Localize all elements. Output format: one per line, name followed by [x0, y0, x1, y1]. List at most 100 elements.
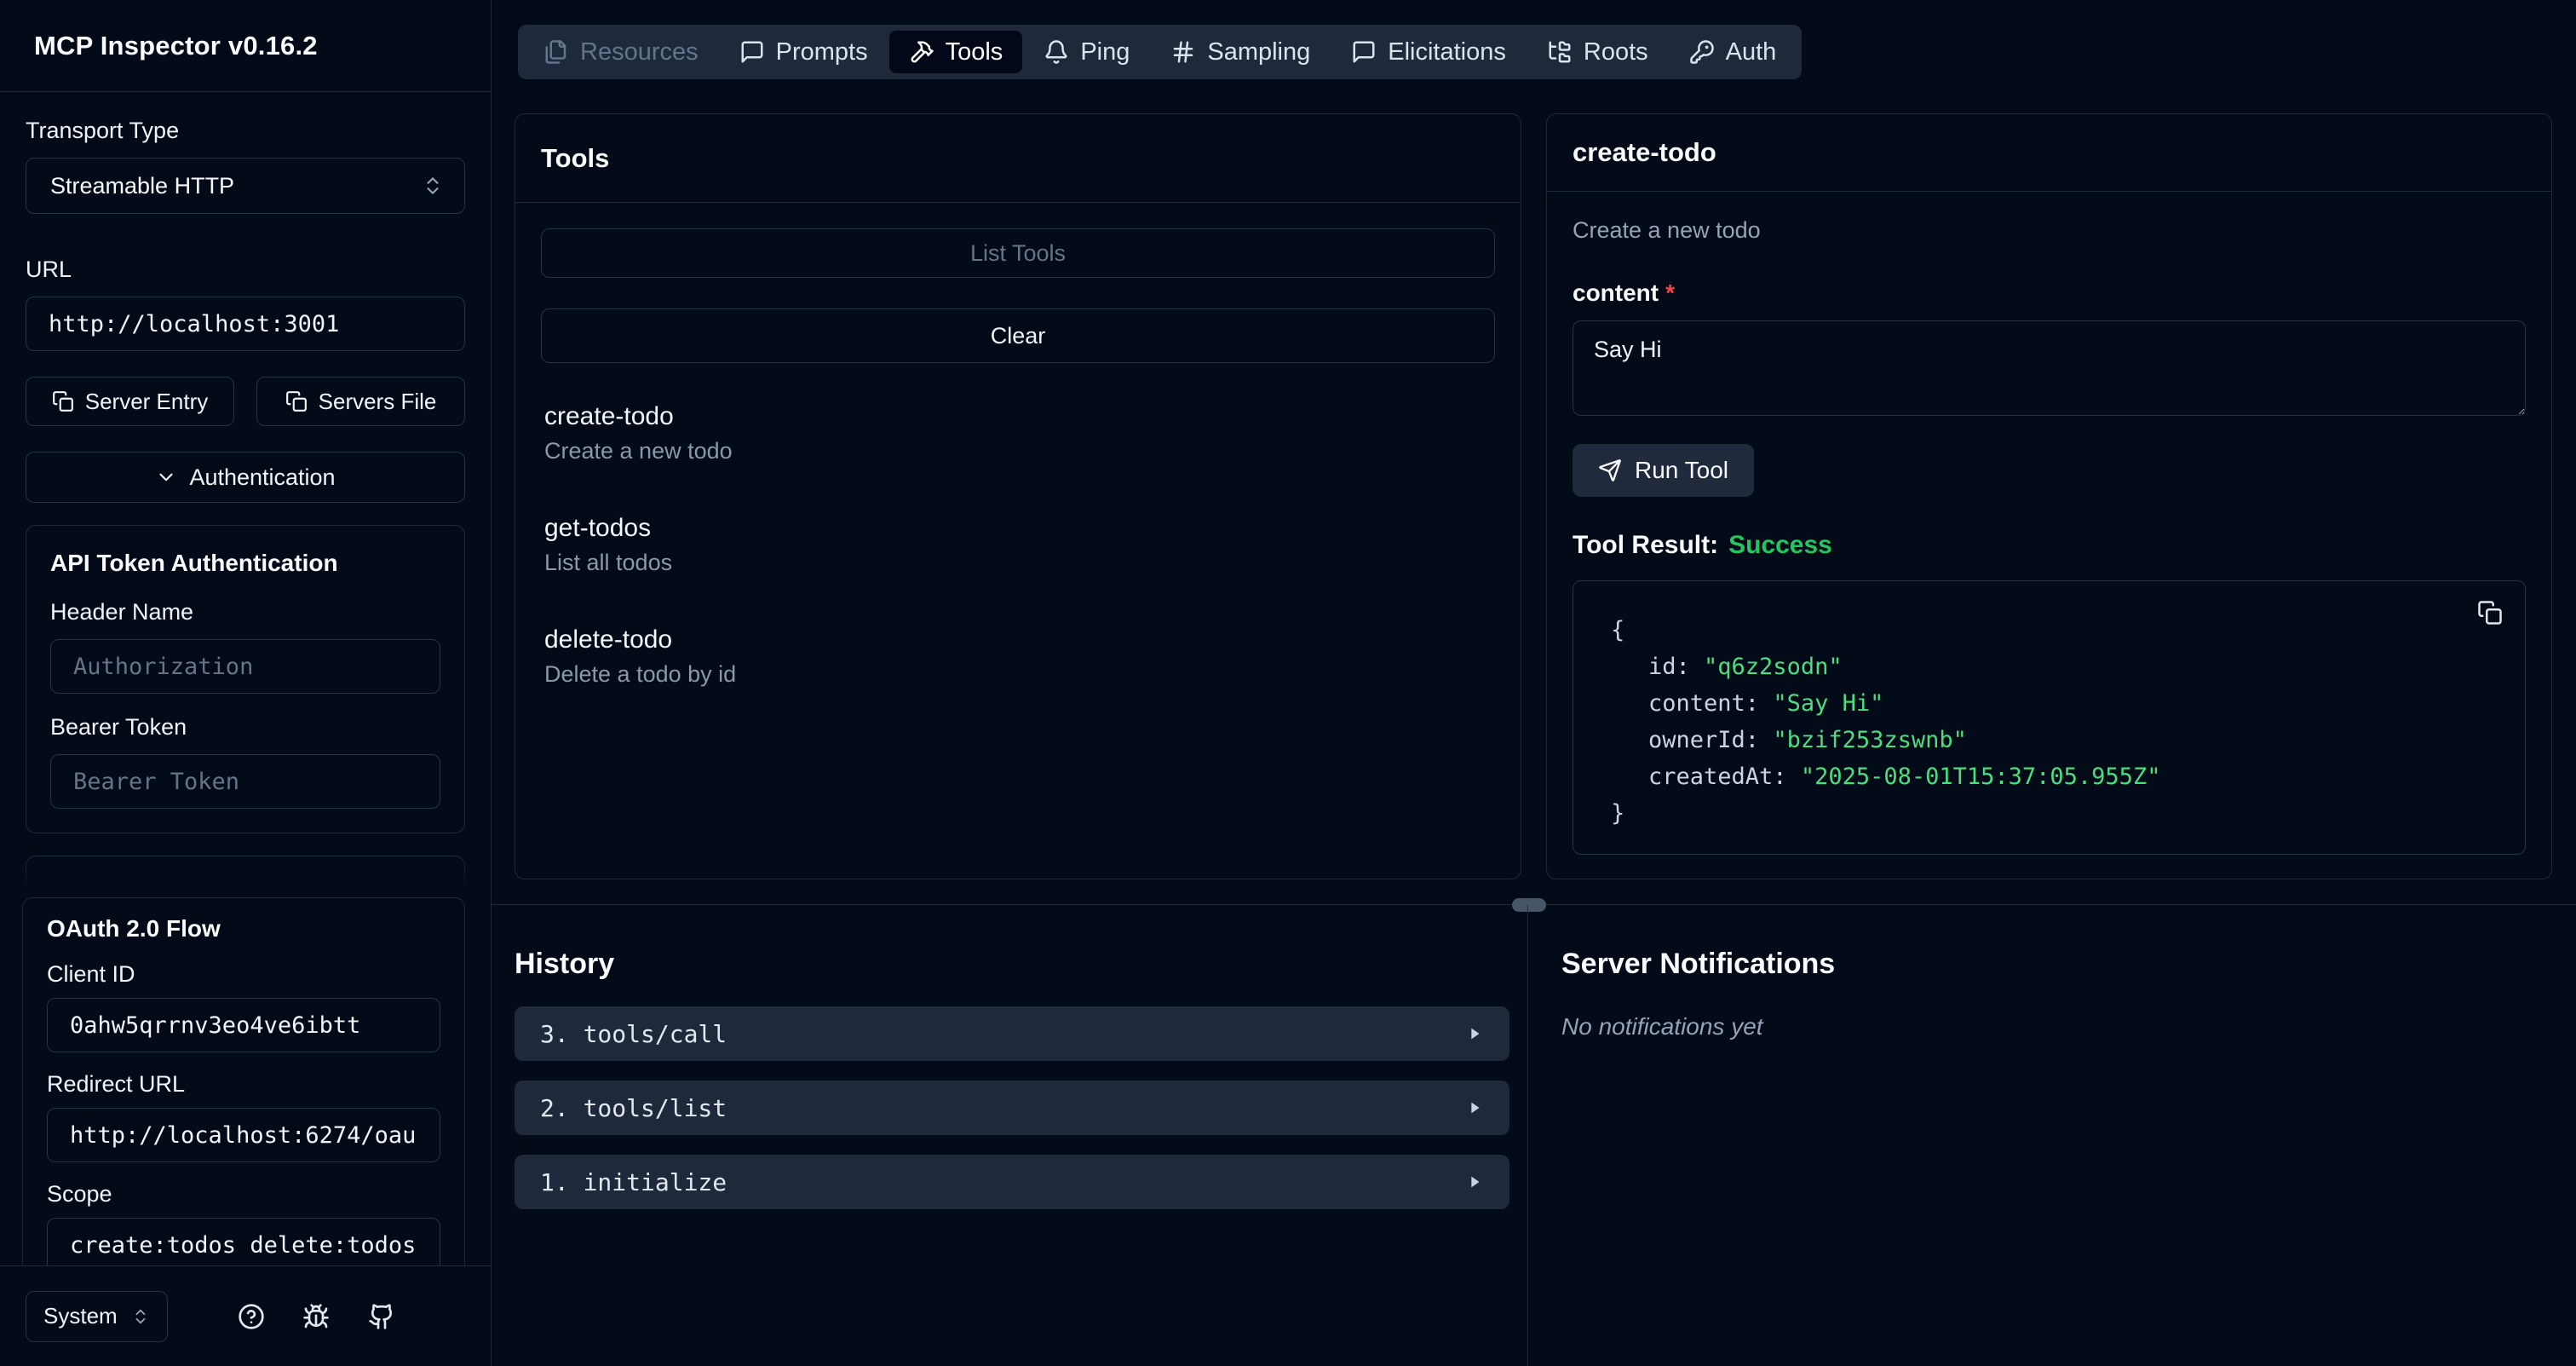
bearer-token-input[interactable]	[73, 769, 417, 795]
url-input[interactable]	[49, 311, 442, 337]
json-open-brace: {	[1611, 612, 2487, 648]
history-row-label: 1. initialize	[540, 1168, 727, 1196]
history-row-tools-call[interactable]: 3. tools/call	[515, 1006, 1509, 1061]
tool-list-item-create-todo[interactable]: create-todo Create a new todo	[544, 402, 1492, 464]
tab-elicitations[interactable]: Elicitations	[1331, 31, 1526, 73]
hammer-icon	[909, 39, 934, 65]
run-tool-label: Run Tool	[1635, 457, 1728, 484]
history-row-label: 2. tools/list	[540, 1094, 727, 1122]
tool-list: create-todo Create a new todo get-todos …	[541, 402, 1495, 688]
tab-label: Sampling	[1207, 38, 1310, 66]
notifications-empty-text: No notifications yet	[1561, 1013, 2576, 1040]
tool-description: Delete a todo by id	[544, 661, 1492, 688]
list-tools-button[interactable]: List Tools	[541, 228, 1495, 278]
bug-report-button[interactable]	[302, 1303, 330, 1330]
message-square-icon	[1351, 39, 1377, 65]
redirect-url-label: Redirect URL	[47, 1071, 440, 1098]
oauth-heading: OAuth 2.0 Flow	[47, 915, 440, 942]
url-input-wrap	[26, 297, 465, 351]
tab-label: Elicitations	[1388, 38, 1506, 66]
copy-icon	[52, 390, 74, 412]
tab-label: Resources	[580, 38, 699, 66]
tools-panel-body: List Tools Clear create-todo Create a ne…	[515, 203, 1521, 763]
history-pane: History 3. tools/call 2. tools/list 1. i…	[492, 905, 1528, 1366]
expand-arrow-icon	[1465, 1024, 1484, 1043]
redirect-url-input-wrap	[47, 1108, 440, 1162]
server-notifications-pane: Server Notifications No notifications ye…	[1528, 905, 2576, 1366]
run-tool-button[interactable]: Run Tool	[1573, 444, 1754, 497]
json-key: ownerId:	[1648, 727, 1773, 753]
history-row-initialize[interactable]: 1. initialize	[515, 1155, 1509, 1209]
client-id-input[interactable]	[70, 1012, 417, 1039]
tool-name: create-todo	[544, 402, 1492, 431]
transport-type-select[interactable]: Streamable HTTP	[26, 158, 465, 214]
json-value: "q6z2sodn"	[1704, 654, 1843, 680]
chevron-down-icon	[155, 466, 177, 488]
expand-arrow-icon	[1465, 1098, 1484, 1117]
json-line: content: "Say Hi"	[1611, 685, 2487, 722]
files-icon	[543, 39, 569, 65]
bell-icon	[1044, 39, 1069, 65]
client-id-input-wrap	[47, 998, 440, 1052]
tool-name: get-todos	[544, 514, 1492, 543]
tab-roots[interactable]: Roots	[1527, 31, 1668, 73]
tool-result-row: Tool Result:Success	[1573, 531, 2526, 560]
chevrons-up-down-icon	[422, 175, 444, 197]
tools-panel-header: Tools	[515, 114, 1521, 203]
selected-tool-body: Create a new todo content* Say Hi Run To…	[1547, 192, 2551, 880]
tab-label: Ping	[1080, 38, 1130, 66]
send-icon	[1598, 458, 1622, 482]
content-field-label: content*	[1573, 280, 2526, 307]
tab-ping[interactable]: Ping	[1024, 31, 1149, 73]
tab-label: Prompts	[776, 38, 868, 66]
server-entry-button[interactable]: Server Entry	[26, 377, 234, 426]
theme-select-value: System	[43, 1303, 118, 1329]
scope-input-wrap	[47, 1218, 440, 1265]
json-value: "bzif253zswnb"	[1773, 727, 1967, 753]
api-token-card: API Token Authentication Header Name Bea…	[26, 525, 465, 833]
authentication-toggle[interactable]: Authentication	[26, 452, 465, 503]
scope-input[interactable]	[70, 1232, 417, 1259]
help-circle-icon	[238, 1303, 265, 1330]
transport-type-label: Transport Type	[26, 118, 465, 144]
folder-tree-icon	[1547, 39, 1573, 65]
sidebar-footer: System	[0, 1265, 491, 1366]
history-list: 3. tools/call 2. tools/list 1. initializ…	[515, 1006, 1504, 1209]
content-textarea[interactable]: Say Hi	[1573, 320, 2526, 416]
tab-auth[interactable]: Auth	[1670, 31, 1797, 73]
tab-sampling[interactable]: Sampling	[1151, 31, 1330, 73]
sidebar-scroll-area: Transport Type Streamable HTTP URL Serve…	[0, 92, 491, 1265]
tab-label: Roots	[1584, 38, 1648, 66]
clear-button[interactable]: Clear	[541, 308, 1495, 363]
app-title: MCP Inspector v0.16.2	[34, 31, 318, 61]
github-button[interactable]	[368, 1303, 395, 1330]
selected-tool-header: create-todo	[1547, 114, 2551, 192]
copy-icon	[285, 390, 308, 412]
json-close-brace: }	[1611, 795, 2487, 832]
help-button[interactable]	[238, 1303, 265, 1330]
servers-file-button[interactable]: Servers File	[256, 377, 465, 426]
client-id-label: Client ID	[47, 961, 440, 988]
selected-tool-panel: create-todo Create a new todo content* S…	[1546, 113, 2552, 879]
header-name-input[interactable]	[73, 654, 417, 680]
server-buttons-row: Server Entry Servers File	[26, 377, 465, 426]
json-line: id: "q6z2sodn"	[1611, 648, 2487, 685]
json-value: "2025-08-01T15:37:05.955Z"	[1801, 764, 2161, 790]
clipped-card-edge	[26, 856, 465, 891]
header-name-label: Header Name	[50, 599, 440, 625]
tool-list-item-delete-todo[interactable]: delete-todo Delete a todo by id	[544, 625, 1492, 688]
tool-list-item-get-todos[interactable]: get-todos List all todos	[544, 514, 1492, 576]
copy-result-button[interactable]	[2477, 600, 2503, 625]
tool-description: List all todos	[544, 550, 1492, 576]
tab-tools[interactable]: Tools	[889, 31, 1023, 73]
tab-prompts[interactable]: Prompts	[720, 31, 888, 73]
theme-select[interactable]: System	[26, 1291, 168, 1342]
history-row-tools-list[interactable]: 2. tools/list	[515, 1081, 1509, 1135]
header-name-input-wrap	[50, 639, 440, 694]
json-line: createdAt: "2025-08-01T15:37:05.955Z"	[1611, 758, 2487, 795]
scope-label: Scope	[47, 1181, 440, 1207]
tab-label: Tools	[946, 38, 1003, 66]
redirect-url-input[interactable]	[70, 1122, 417, 1149]
tab-resources[interactable]: Resources	[524, 31, 718, 73]
json-key: createdAt:	[1648, 764, 1801, 790]
